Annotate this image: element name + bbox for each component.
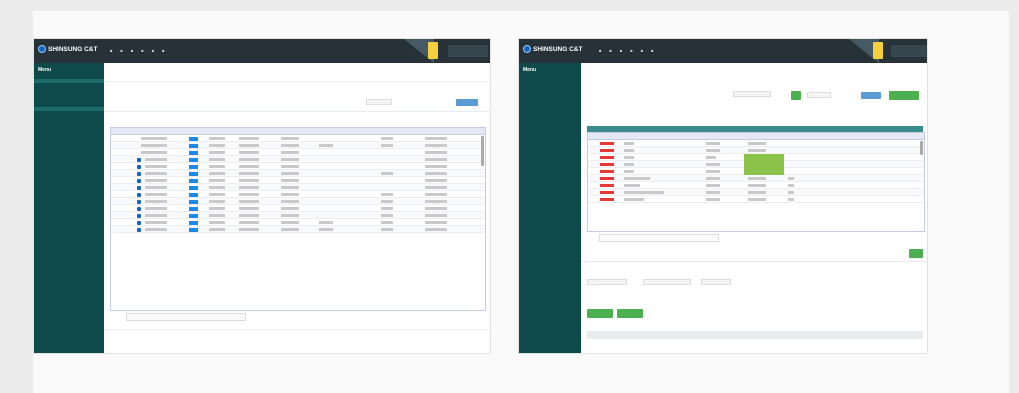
nav-item[interactable]: [131, 48, 134, 53]
pagination[interactable]: [126, 313, 246, 321]
table-row[interactable]: [111, 170, 485, 177]
brand: SHINSUNG C&T: [38, 45, 97, 53]
user-menu-button[interactable]: [891, 45, 927, 57]
grid-header: [111, 128, 485, 135]
sidebar-title: Menu: [523, 67, 537, 73]
filter-select[interactable]: [733, 91, 771, 97]
brand: SHINSUNG C&T: [523, 45, 582, 53]
option-checkbox[interactable]: [807, 92, 831, 98]
nav-item[interactable]: [620, 48, 623, 53]
brand-name: SHINSUNG C&T: [48, 45, 98, 53]
sidebar-item[interactable]: [34, 114, 104, 118]
search-button[interactable]: [456, 99, 478, 106]
table-row[interactable]: [588, 147, 924, 154]
nav-item[interactable]: [120, 48, 123, 53]
table-row[interactable]: [111, 219, 485, 226]
table-row[interactable]: [111, 156, 485, 163]
sidebar-title: Menu: [38, 67, 52, 73]
table-row[interactable]: [111, 226, 485, 233]
sidebar-item[interactable]: [34, 107, 104, 111]
sidebar-item[interactable]: [34, 79, 104, 83]
nav-item[interactable]: [641, 48, 644, 53]
breadcrumb: [104, 66, 490, 68]
table-row[interactable]: [111, 163, 485, 170]
action-button[interactable]: [587, 309, 613, 318]
right-app-window: SHINSUNG C&T Menu: [518, 38, 928, 354]
add-button[interactable]: [791, 91, 801, 100]
brand-name: SHINSUNG C&T: [533, 45, 583, 53]
nav-item[interactable]: [609, 48, 612, 53]
detail-field[interactable]: [587, 279, 627, 285]
table-row[interactable]: [588, 189, 924, 196]
document-icon: [428, 42, 438, 59]
detail-field[interactable]: [701, 279, 731, 285]
sidebar: Menu: [519, 63, 581, 353]
table-row[interactable]: [111, 177, 485, 184]
divider: [581, 261, 927, 262]
main-content: [104, 63, 490, 353]
sidebar-item[interactable]: [519, 86, 581, 90]
nav-item[interactable]: [141, 48, 144, 53]
divider: [104, 329, 490, 330]
nav-item[interactable]: [162, 48, 165, 53]
table-row[interactable]: [588, 161, 924, 168]
sidebar-item[interactable]: [34, 86, 104, 90]
nav-item[interactable]: [152, 48, 155, 53]
table-row[interactable]: [588, 196, 924, 203]
document-icon: [873, 42, 883, 59]
sidebar-item[interactable]: [519, 93, 581, 97]
company-logo-icon: [38, 45, 46, 53]
table-row[interactable]: [111, 205, 485, 212]
table-row[interactable]: [111, 184, 485, 191]
table-row[interactable]: [111, 198, 485, 205]
sidebar-item[interactable]: [34, 93, 104, 97]
sidebar-item[interactable]: [519, 100, 581, 104]
confirm-button[interactable]: [909, 249, 923, 258]
divider: [104, 81, 490, 82]
table-row[interactable]: [111, 149, 485, 156]
detail-field[interactable]: [643, 279, 691, 285]
nav-item[interactable]: [599, 48, 602, 53]
top-nav-menu[interactable]: [599, 48, 655, 53]
detail-grid-header: [587, 331, 923, 339]
table-row[interactable]: [588, 140, 924, 147]
top-navbar: SHINSUNG C&T: [519, 39, 927, 63]
table-row[interactable]: [111, 142, 485, 149]
user-menu-button[interactable]: [448, 45, 488, 57]
table-row[interactable]: [588, 182, 924, 189]
top-navbar: SHINSUNG C&T: [34, 39, 490, 63]
search-button[interactable]: [861, 92, 881, 99]
export-button[interactable]: [889, 91, 919, 100]
top-nav-menu[interactable]: [110, 48, 166, 53]
left-app-window: SHINSUNG C&T Menu: [33, 38, 491, 354]
data-grid[interactable]: [587, 132, 925, 232]
table-row[interactable]: [111, 135, 485, 142]
grid-header: [588, 133, 924, 140]
nav-item[interactable]: [110, 48, 113, 53]
filter-select[interactable]: [366, 99, 392, 105]
sidebar-item[interactable]: [519, 79, 581, 83]
table-row[interactable]: [588, 168, 924, 175]
divider: [104, 111, 490, 112]
sidebar: Menu: [34, 63, 104, 353]
grid-scrollbar[interactable]: [481, 136, 484, 166]
sidebar-item[interactable]: [34, 100, 104, 104]
breadcrumb: [581, 66, 927, 68]
table-row[interactable]: [111, 191, 485, 198]
grid-scrollbar[interactable]: [920, 141, 923, 155]
action-button[interactable]: [617, 309, 643, 318]
nav-item[interactable]: [630, 48, 633, 53]
table-row[interactable]: [111, 212, 485, 219]
table-row[interactable]: [588, 175, 924, 182]
pagination[interactable]: [599, 234, 719, 242]
nav-item[interactable]: [651, 48, 654, 53]
main-content: [581, 63, 927, 353]
company-logo-icon: [523, 45, 531, 53]
data-grid[interactable]: [110, 127, 486, 311]
table-row[interactable]: [588, 154, 924, 161]
